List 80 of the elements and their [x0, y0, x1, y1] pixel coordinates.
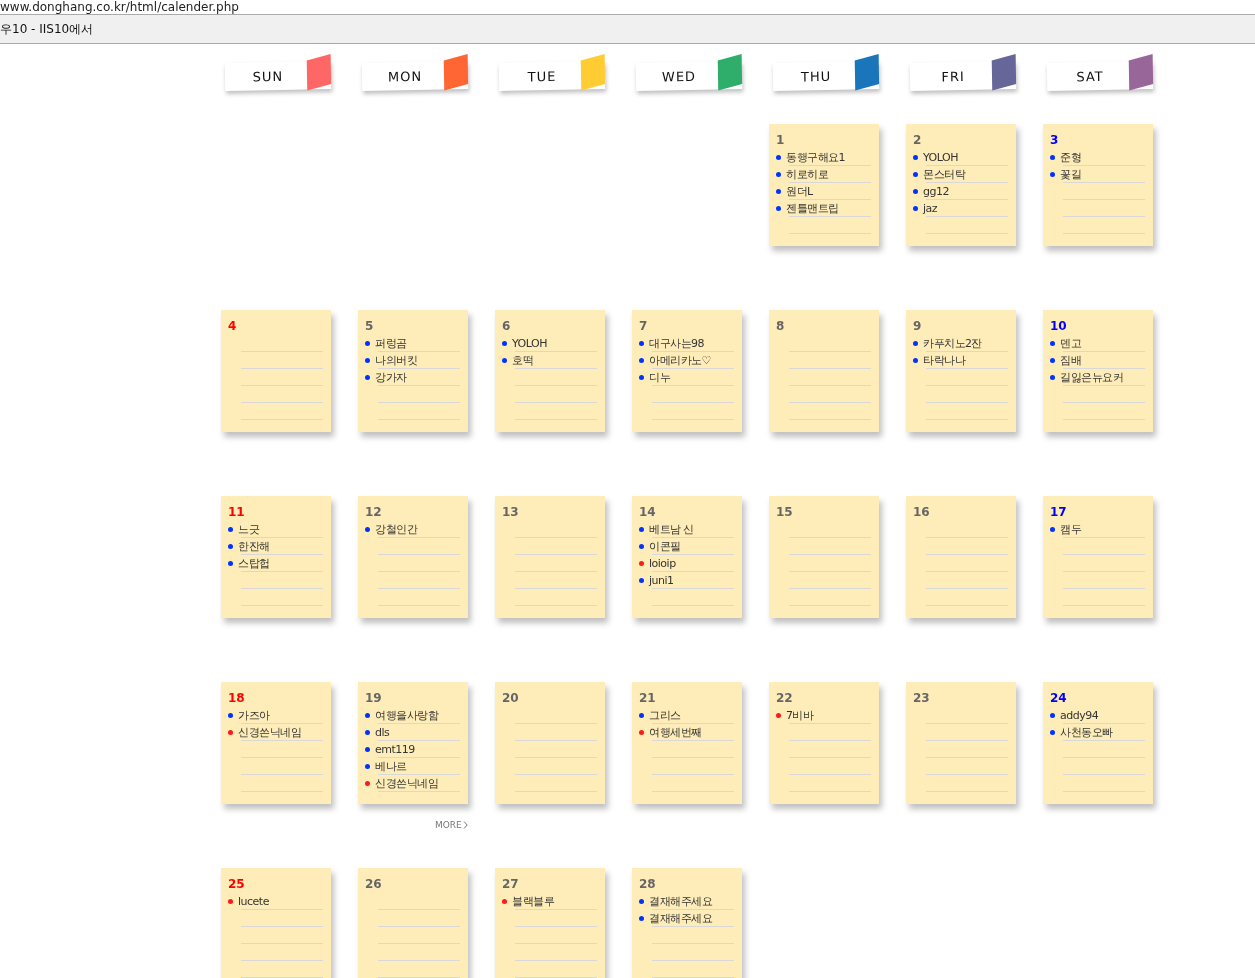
day-number: 26 — [365, 876, 383, 893]
entry-name[interactable]: YOLOH — [512, 336, 547, 350]
entry-name[interactable]: 타락나나 — [923, 352, 965, 368]
entry-name[interactable]: 아메리카노♡ — [649, 352, 711, 368]
entry-name[interactable]: 베나르 — [375, 758, 407, 774]
address-url[interactable]: www.donghang.co.kr/html/calender.php — [0, 0, 1255, 14]
entry-name[interactable]: 강철인간 — [375, 521, 417, 537]
entry-name[interactable]: gg12 — [923, 184, 949, 198]
day-number: 25 — [228, 876, 246, 893]
entry-name[interactable]: 사천동오빠 — [1060, 724, 1113, 740]
entry-name[interactable]: addy94 — [1060, 708, 1099, 722]
day-number: 16 — [913, 504, 931, 521]
day-number: 14 — [639, 504, 657, 521]
entry-name[interactable]: 가즈아 — [238, 707, 270, 723]
entry-name[interactable]: 원더L — [786, 183, 813, 199]
entry-name[interactable]: 여행을사랑함 — [375, 707, 438, 723]
entry-name[interactable]: 베트남 신 — [649, 521, 694, 537]
day-number: 12 — [365, 504, 383, 521]
entry-name[interactable]: loioip — [649, 556, 676, 570]
entry-name[interactable]: 한잔해 — [238, 538, 270, 554]
day-number: 24 — [1050, 690, 1068, 707]
day-number: 8 — [776, 318, 786, 335]
day-number: 15 — [776, 504, 794, 521]
chevron-icon — [462, 821, 468, 829]
entry-name[interactable]: 강가자 — [375, 369, 407, 385]
entry-name[interactable]: 퍼렁곰 — [375, 335, 407, 351]
day-number: 19 — [365, 690, 383, 707]
entry-name[interactable]: 7비바 — [786, 707, 814, 723]
entry-name[interactable]: 캠두 — [1060, 521, 1081, 537]
tab-title[interactable]: 우10 - IIS10에서 — [0, 20, 94, 38]
entry-name[interactable]: 신경쓴닉네임 — [238, 724, 301, 740]
entry-name[interactable]: 그리스 — [649, 707, 681, 723]
day-number: 1 — [776, 132, 786, 149]
entry-name[interactable]: 덴고 — [1060, 335, 1081, 351]
day-number: 5 — [365, 318, 375, 335]
entry-name[interactable]: 신경쓴닉네임 — [375, 775, 438, 791]
entry-name[interactable]: 몬스터탁 — [923, 166, 965, 182]
entry-name[interactable]: 여행세번째 — [649, 724, 702, 740]
entry-name[interactable]: 카푸치노2잔 — [923, 335, 982, 351]
entry-name[interactable]: 결재해주세요 — [649, 910, 712, 926]
entry-name[interactable]: YOLOH — [923, 150, 958, 164]
day-number: 11 — [228, 504, 246, 521]
entry-name[interactable]: 준형 — [1060, 149, 1081, 165]
day-number: 7 — [639, 318, 649, 335]
day-number: 28 — [639, 876, 657, 893]
day-number: 20 — [502, 690, 520, 707]
entry-name[interactable]: 길잃은뉴요커 — [1060, 369, 1123, 385]
day-number: 6 — [502, 318, 512, 335]
entry-name[interactable]: 결재해주세요 — [649, 893, 712, 909]
entry-name[interactable]: 짐배 — [1060, 352, 1081, 368]
more-link[interactable]: MORE — [435, 820, 468, 830]
day-number: 3 — [1050, 132, 1060, 149]
day-number: 2 — [913, 132, 923, 149]
entry-name[interactable]: 히로히로 — [786, 166, 828, 182]
day-number: 9 — [913, 318, 923, 335]
entry-name[interactable]: 이콘필 — [649, 538, 681, 554]
entry-name[interactable]: 젠틀맨트립 — [786, 200, 839, 216]
entry-name[interactable]: 호떡 — [512, 352, 533, 368]
day-number: 27 — [502, 876, 520, 893]
day-number: 23 — [913, 690, 931, 707]
entry-name[interactable]: dls — [375, 725, 390, 739]
entry-name[interactable]: 대구사는98 — [649, 335, 704, 351]
entry-name[interactable]: 스탑헙 — [238, 555, 270, 571]
day-number: 10 — [1050, 318, 1068, 335]
entry-name[interactable]: lucete — [238, 894, 269, 908]
entry-name[interactable]: 꽃길 — [1060, 166, 1081, 182]
entry-name[interactable]: jaz — [923, 201, 938, 215]
day-number: 13 — [502, 504, 520, 521]
entry-name[interactable]: juni1 — [649, 573, 674, 587]
entry-name[interactable]: 나의버킷 — [375, 352, 417, 368]
day-number: 22 — [776, 690, 794, 707]
entry-name[interactable]: 블랙블루 — [512, 893, 554, 909]
entry-name[interactable]: 느긋 — [238, 521, 259, 537]
day-number: 4 — [228, 318, 238, 335]
entry-name[interactable]: 디누 — [649, 369, 670, 385]
day-number: 17 — [1050, 504, 1068, 521]
day-number: 21 — [639, 690, 657, 707]
entry-name[interactable]: 동행구해요1 — [786, 149, 845, 165]
day-number: 18 — [228, 690, 246, 707]
entry-name[interactable]: emt119 — [375, 742, 415, 756]
